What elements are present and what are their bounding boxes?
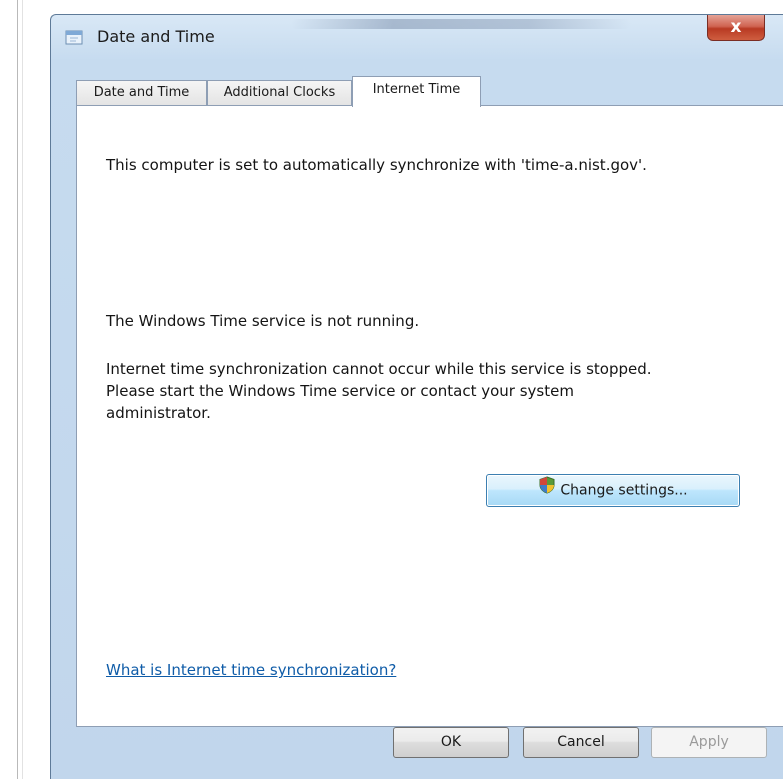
service-status-text: The Windows Time service is not running. bbox=[106, 312, 420, 330]
tab-label: Additional Clocks bbox=[223, 85, 336, 100]
close-icon: x bbox=[730, 17, 742, 37]
background-divider bbox=[17, 0, 18, 779]
help-link-internet-time[interactable]: What is Internet time synchronization? bbox=[106, 661, 396, 679]
cancel-button[interactable]: Cancel bbox=[523, 727, 639, 758]
ok-button[interactable]: OK bbox=[393, 727, 509, 758]
uac-shield-icon bbox=[538, 475, 556, 506]
background-divider-light bbox=[22, 0, 23, 779]
service-detail-line-3: administrator. bbox=[106, 404, 211, 422]
date-time-dialog: Date and Time x Date and Time Additional… bbox=[50, 14, 783, 779]
title-bar[interactable]: Date and Time x bbox=[51, 15, 783, 63]
window-title: Date and Time bbox=[97, 27, 215, 46]
change-settings-label: Change settings... bbox=[560, 482, 688, 499]
change-settings-button[interactable]: Change settings... bbox=[486, 474, 740, 507]
apply-button[interactable]: Apply bbox=[651, 727, 767, 758]
tab-internet-time[interactable]: Internet Time bbox=[352, 76, 481, 107]
ok-label: OK bbox=[440, 734, 462, 750]
tab-label: Internet Time bbox=[372, 82, 461, 97]
sync-server-message: This computer is set to automatically sy… bbox=[106, 156, 647, 174]
screenshot-canvas: Date and Time x Date and Time Additional… bbox=[0, 0, 783, 779]
service-detail-line-1: Internet time synchronization cannot occ… bbox=[106, 360, 652, 378]
apply-label: Apply bbox=[689, 734, 729, 750]
service-detail-line-2: Please start the Windows Time service or… bbox=[106, 382, 574, 400]
tab-date-and-time[interactable]: Date and Time bbox=[76, 80, 207, 105]
tab-label: Date and Time bbox=[93, 85, 190, 100]
internet-time-panel: This computer is set to automatically sy… bbox=[76, 105, 783, 727]
tab-additional-clocks[interactable]: Additional Clocks bbox=[207, 80, 352, 105]
close-button[interactable]: x bbox=[707, 15, 765, 41]
blurred-background-window bbox=[291, 19, 631, 29]
date-time-icon bbox=[65, 29, 83, 45]
cancel-label: Cancel bbox=[557, 734, 605, 750]
